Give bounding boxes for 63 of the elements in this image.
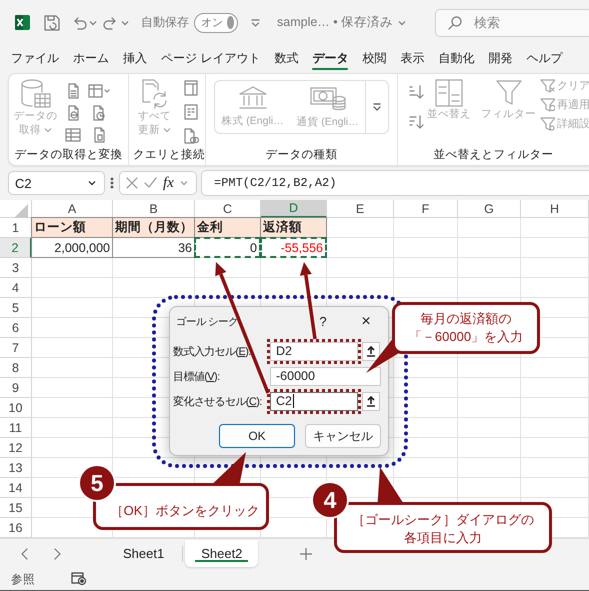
row-header[interactable]: 11 [0,418,32,438]
ribbon-tab[interactable]: ホーム [66,45,116,71]
callout: 毎月の返済額の「－60000」を入力 [392,302,540,354]
table-cell: 0 [194,237,261,258]
ribbon-tab[interactable]: 自動化 [431,45,482,71]
row-header[interactable]: 4 [0,278,32,298]
input-field[interactable]: C2 [270,392,358,410]
column-header[interactable]: H [521,200,589,218]
row-header[interactable]: 7 [0,338,32,358]
field-label: 目標値(V): [173,370,221,384]
table-cell: 2,000,000 [31,237,113,258]
table-cell: -55,556 [260,237,327,258]
table-cell: 返済額 [260,217,327,238]
row-header[interactable]: 3 [0,258,32,278]
row-header[interactable]: 12 [0,438,32,458]
input-field[interactable]: -60000 [270,366,381,386]
table-cell: 期間（月数） [112,217,195,238]
sheet-tab[interactable]: Sheet2 [185,540,258,567]
group-label: データの取得と変換 [14,147,124,162]
search-field[interactable]: 検索 [435,8,589,36]
row-header[interactable]: 13 [0,458,32,478]
row-header[interactable]: 16 [0,518,32,538]
close-button[interactable]: × [351,308,381,334]
field-label: 数式入力セル(E): [173,344,252,358]
group-label: 並べ替えとフィルター [432,148,554,162]
table-cell: ローン額 [31,217,113,238]
document-title[interactable]: sample… • 保存済み [277,14,394,31]
step-number-badge: 4 [313,483,347,517]
column-header[interactable]: G [458,200,521,218]
table-cell: 金利 [194,217,261,238]
row-header[interactable]: 2 [0,238,32,258]
ribbon-tab[interactable]: ヘルプ [519,45,570,71]
help-button[interactable]: ? [308,308,338,334]
status-text: 参照 [11,572,35,586]
ribbon-tab[interactable]: 表示 [393,45,432,71]
row-header[interactable]: 5 [0,298,32,318]
ribbon-tab[interactable]: 開発 [481,45,520,71]
dialog-title: ゴール シーク [176,314,239,328]
name-box[interactable]: C2 [8,171,105,195]
ribbon-tab[interactable]: ファイル [4,45,66,71]
autosave-toggle[interactable]: オン [194,12,238,32]
row-header[interactable]: 15 [0,498,32,518]
ribbon-tab[interactable]: ページ レイアウト [154,45,268,71]
column-header[interactable]: E [327,200,394,218]
input-field[interactable]: D2 [270,342,358,360]
field-label: 変化させるセル(C): [173,394,263,408]
ribbon-tab[interactable]: 挿入 [116,45,154,71]
sheet-tab[interactable]: Sheet1 [107,540,180,567]
formula-field[interactable]: =PMT(C2/12,B2,A2) [201,170,589,196]
insert-function-button[interactable]: fx [163,174,174,192]
row-header[interactable]: 14 [0,478,32,498]
dialog-button[interactable]: キャンセル [305,424,381,448]
ribbon-tab[interactable]: データ [305,45,356,71]
row-header[interactable]: 6 [0,318,32,338]
row-header[interactable]: 8 [0,358,32,378]
row-header[interactable]: 10 [0,398,32,418]
column-header[interactable]: F [394,200,458,218]
dialog-button[interactable]: OK [219,424,295,448]
ribbon-tab[interactable]: 数式 [267,45,306,71]
ribbon-tab[interactable]: 校閲 [355,45,394,71]
row-header[interactable]: 9 [0,378,32,398]
group-label: データの種類 [264,148,338,162]
autosave-label: 自動保存 [141,14,189,31]
